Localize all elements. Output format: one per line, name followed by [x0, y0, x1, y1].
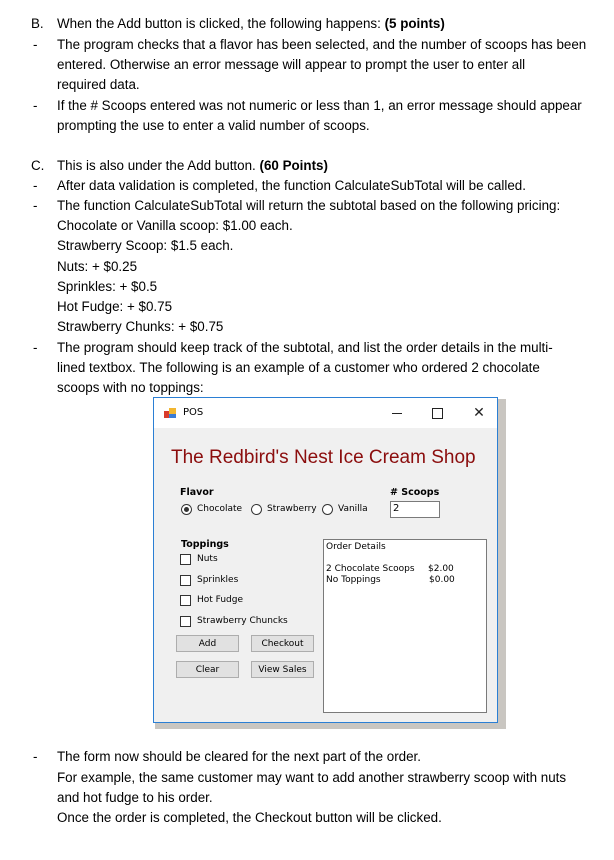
topping-label[interactable]: Sprinkles	[197, 575, 238, 585]
bullet-marker: -	[33, 178, 38, 193]
paragraph-line: For example, the same customer may want …	[57, 770, 567, 785]
pricing-line: Sprinkles: + $0.5	[57, 279, 158, 294]
shop-title: The Redbird's Nest Ice Cream Shop	[171, 447, 476, 468]
window-title: POS	[183, 407, 204, 418]
flavor-option-label[interactable]: Vanilla	[338, 504, 368, 514]
order-line-text: No Toppings	[326, 575, 381, 585]
pricing-line: Chocolate or Vanilla scoop: $1.00 each.	[57, 218, 293, 233]
topping-label[interactable]: Strawberry Chuncks	[197, 616, 288, 626]
bullet-marker: -	[33, 749, 38, 764]
toppings-label: Toppings	[181, 539, 229, 550]
app-form-icon	[164, 408, 176, 418]
checkbox[interactable]	[180, 595, 191, 606]
minimize-icon	[392, 412, 402, 414]
order-line: No Toppings $0.00	[326, 575, 484, 586]
paragraph-line: lined textbox. The following is an examp…	[57, 360, 540, 375]
order-details-textbox[interactable]: Order Details 2 Chocolate Scoops $2.00 N…	[323, 539, 487, 713]
section-c-marker: C.	[31, 158, 45, 173]
checkout-button[interactable]: Checkout	[251, 635, 314, 652]
scoops-input[interactable]: 2	[390, 501, 440, 518]
section-b-points: (5 points)	[384, 16, 445, 31]
bullet-marker: -	[33, 98, 38, 113]
topping-label[interactable]: Nuts	[197, 554, 218, 564]
section-c-points: (60 Points)	[259, 158, 328, 173]
paragraph-line: Once the order is completed, the Checkou…	[57, 810, 442, 825]
scoops-label: # Scoops	[390, 487, 440, 498]
paragraph-line: The form now should be cleared for the n…	[57, 749, 421, 764]
order-line: 2 Chocolate Scoops $2.00	[326, 564, 484, 575]
close-icon: ✕	[473, 405, 485, 421]
pricing-line: Strawberry Scoop: $1.5 each.	[57, 238, 234, 253]
section-c-heading: This is also under the Add button. (60 P…	[57, 156, 328, 176]
paragraph-line: The program should keep track of the sub…	[57, 340, 553, 355]
radio-selected[interactable]	[181, 504, 192, 515]
paragraph-line: scoops with no toppings:	[57, 380, 204, 395]
pos-window: POS ✕ The Redbird's Nest Ice Cream Shop …	[153, 397, 498, 723]
order-line-amount: $0.00	[429, 575, 455, 585]
pricing-line: Hot Fudge: + $0.75	[57, 299, 173, 314]
title-bar[interactable]: POS ✕	[154, 398, 497, 428]
bullet-marker: -	[33, 198, 38, 213]
paragraph-line: After data validation is completed, the …	[57, 178, 526, 193]
section-b-heading: When the Add button is clicked, the foll…	[57, 14, 445, 34]
checkbox[interactable]	[180, 575, 191, 586]
view-sales-button[interactable]: View Sales	[251, 661, 314, 678]
checkbox[interactable]	[180, 616, 191, 627]
order-line-text: 2 Chocolate Scoops	[326, 564, 415, 574]
clear-button[interactable]: Clear	[176, 661, 239, 678]
section-b-marker: B.	[31, 16, 44, 31]
order-line-amount: $2.00	[428, 564, 454, 574]
checkbox[interactable]	[180, 554, 191, 565]
flavor-label: Flavor	[180, 487, 214, 498]
bullet-marker: -	[33, 340, 38, 355]
pricing-line: Strawberry Chunks: + $0.75	[57, 319, 224, 334]
maximize-button[interactable]	[422, 402, 452, 424]
paragraph-line: prompting the use to enter a valid numbe…	[57, 118, 370, 133]
paragraph-line: The program checks that a flavor has bee…	[57, 37, 587, 52]
flavor-option-label[interactable]: Strawberry	[267, 504, 317, 514]
flavor-option-label[interactable]: Chocolate	[197, 504, 242, 514]
radio-unselected[interactable]	[251, 504, 262, 515]
paragraph-line: If the # Scoops entered was not numeric …	[57, 98, 582, 113]
radio-unselected[interactable]	[322, 504, 333, 515]
order-details-header: Order Details	[326, 542, 386, 552]
order-spacer	[326, 553, 484, 564]
add-button[interactable]: Add	[176, 635, 239, 652]
section-b-heading-text: When the Add button is clicked, the foll…	[57, 16, 381, 31]
section-c-heading-text: This is also under the Add button.	[57, 158, 256, 173]
maximize-icon	[431, 407, 443, 419]
close-button[interactable]: ✕	[464, 402, 494, 424]
paragraph-line: and hot fudge to his order.	[57, 790, 213, 805]
paragraph-line: The function CalculateSubTotal will retu…	[57, 198, 561, 213]
paragraph-line: required data.	[57, 77, 140, 92]
topping-label[interactable]: Hot Fudge	[197, 595, 243, 605]
paragraph-line: entered. Otherwise an error message will…	[57, 57, 526, 72]
bullet-marker: -	[33, 37, 38, 52]
minimize-button[interactable]	[382, 402, 412, 424]
pricing-line: Nuts: + $0.25	[57, 259, 138, 274]
